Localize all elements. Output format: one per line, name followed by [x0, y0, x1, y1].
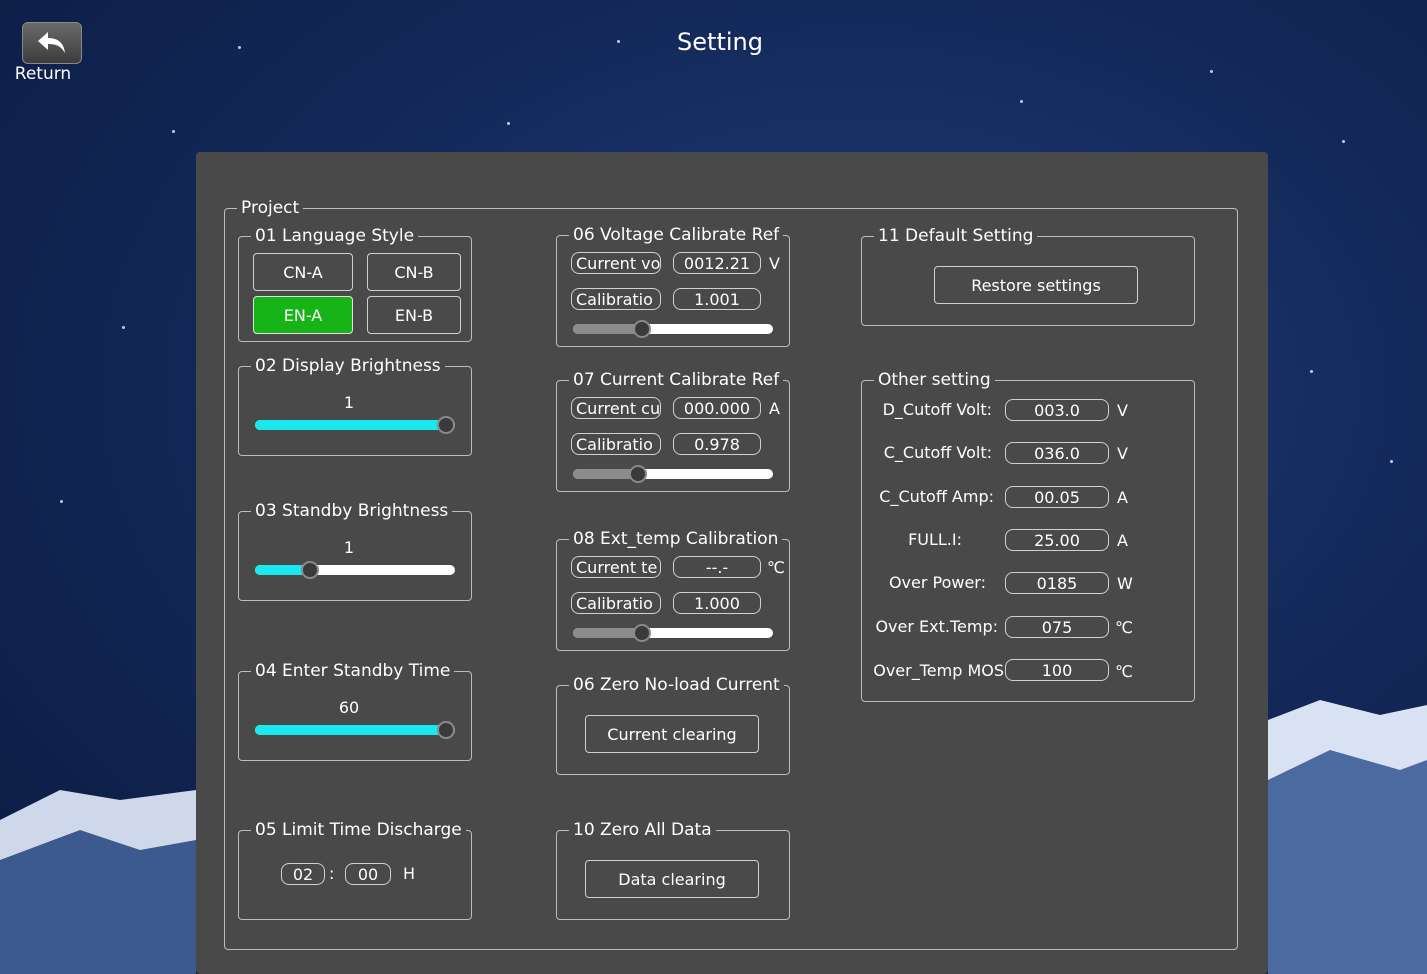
lang-en-a-button[interactable]: EN-A: [253, 296, 353, 334]
over-power-input[interactable]: 0185: [1005, 572, 1109, 594]
current-calibrate-group: 07 Current Calibrate Ref Current cu 000.…: [556, 369, 790, 492]
limit-time-group: 05 Limit Time Discharge 02 : 00 H: [238, 819, 472, 920]
standby-time-thumb[interactable]: [437, 721, 455, 739]
over-ext-temp-input[interactable]: 075: [1005, 616, 1109, 638]
current-clearing-button[interactable]: Current clearing: [585, 715, 759, 753]
current-calibrate-legend: 07 Current Calibrate Ref: [569, 369, 784, 391]
settings-panel: Project 01 Language Style CN-A CN-B EN-A…: [196, 152, 1268, 974]
c-cutoff-volt-label: C_Cutoff Volt:: [883, 443, 992, 462]
data-clearing-button[interactable]: Data clearing: [585, 860, 759, 898]
voltage-unit: V: [769, 254, 780, 273]
ext-temp-unit: ℃: [767, 558, 785, 577]
ext-temp-calibrate-thumb[interactable]: [633, 624, 651, 642]
limit-hours-input[interactable]: 02: [281, 863, 325, 885]
c-cutoff-amp-unit: A: [1117, 488, 1128, 507]
current-calibration-label: Calibratio: [571, 433, 661, 455]
c-cutoff-amp-input[interactable]: 00.05: [1005, 486, 1109, 508]
d-cutoff-volt-label: D_Cutoff Volt:: [882, 400, 992, 419]
c-cutoff-volt-input[interactable]: 036.0: [1005, 442, 1109, 464]
over-temp-mos-input[interactable]: 100: [1005, 659, 1109, 681]
ext-temp-calibrate-legend: 08 Ext_temp Calibration: [569, 528, 783, 550]
full-i-unit: A: [1117, 531, 1128, 550]
current-current-label: Current cu: [571, 397, 661, 419]
display-brightness-legend: 02 Display Brightness: [251, 355, 445, 377]
project-legend: Project: [237, 197, 304, 219]
voltage-calibration-label: Calibratio: [571, 288, 661, 310]
restore-settings-button[interactable]: Restore settings: [934, 266, 1138, 304]
language-style-group: 01 Language Style CN-A CN-B EN-A EN-B: [238, 225, 472, 342]
voltage-calibrate-thumb[interactable]: [633, 320, 651, 338]
full-i-input[interactable]: 25.00: [1005, 529, 1109, 551]
over-power-label: Over Power:: [888, 573, 986, 592]
voltage-calibrate-legend: 06 Voltage Calibrate Ref: [569, 224, 784, 246]
standby-brightness-group: 03 Standby Brightness 1: [238, 500, 472, 601]
standby-brightness-value: 1: [343, 538, 355, 557]
d-cutoff-volt-unit: V: [1117, 401, 1128, 420]
ext-temp-current-value[interactable]: --.-: [673, 556, 761, 578]
return-button[interactable]: [22, 22, 82, 64]
display-brightness-value: 1: [343, 393, 355, 412]
zero-all-group: 10 Zero All Data Data clearing: [556, 819, 790, 920]
voltage-calibration-value[interactable]: 1.001: [673, 288, 761, 310]
page-title: Setting: [677, 28, 763, 56]
standby-time-legend: 04 Enter Standby Time: [251, 660, 455, 682]
zero-noload-group: 06 Zero No-load Current Current clearing: [556, 674, 790, 775]
default-setting-legend: 11 Default Setting: [874, 225, 1038, 247]
voltage-current-value[interactable]: 0012.21: [673, 252, 761, 274]
current-calibrate-thumb[interactable]: [629, 465, 647, 483]
ext-temp-calibration-label: Calibratio: [571, 592, 661, 614]
display-brightness-group: 02 Display Brightness 1: [238, 355, 472, 456]
current-unit: A: [769, 399, 780, 418]
default-setting-group: 11 Default Setting Restore settings: [861, 225, 1195, 326]
over-temp-mos-label: Over_Temp MOS: [873, 661, 1004, 680]
standby-brightness-legend: 03 Standby Brightness: [251, 500, 453, 522]
ext-temp-calibrate-group: 08 Ext_temp Calibration Current te --.- …: [556, 528, 790, 651]
over-ext-temp-label: Over Ext.Temp:: [875, 617, 998, 636]
limit-time-separator: :: [329, 864, 335, 883]
return-arrow-icon: [38, 32, 65, 53]
lang-cn-b-button[interactable]: CN-B: [367, 253, 461, 291]
zero-all-legend: 10 Zero All Data: [569, 819, 716, 841]
lang-cn-a-button[interactable]: CN-A: [253, 253, 353, 291]
over-power-unit: W: [1117, 574, 1133, 593]
other-setting-legend: Other setting: [874, 369, 995, 391]
zero-noload-legend: 06 Zero No-load Current: [569, 674, 784, 696]
lang-en-b-button[interactable]: EN-B: [367, 296, 461, 334]
over-temp-mos-unit: ℃: [1115, 662, 1133, 681]
current-calibration-value[interactable]: 0.978: [673, 433, 761, 455]
c-cutoff-amp-label: C_Cutoff Amp:: [879, 487, 994, 506]
c-cutoff-volt-unit: V: [1117, 444, 1128, 463]
return-label: Return: [14, 64, 72, 84]
standby-brightness-thumb[interactable]: [301, 561, 319, 579]
ext-temp-current-label: Current te: [571, 556, 661, 578]
current-current-value[interactable]: 000.000: [673, 397, 761, 419]
other-setting-group: Other setting D_Cutoff Volt: 003.0 V C_C…: [861, 369, 1195, 702]
voltage-calibrate-group: 06 Voltage Calibrate Ref Current vo 0012…: [556, 224, 790, 347]
standby-time-group: 04 Enter Standby Time 60: [238, 660, 472, 761]
ext-temp-calibration-value[interactable]: 1.000: [673, 592, 761, 614]
standby-time-fill: [255, 725, 455, 735]
limit-minutes-input[interactable]: 00: [345, 863, 391, 885]
limit-time-legend: 05 Limit Time Discharge: [251, 819, 466, 841]
limit-time-unit: H: [403, 864, 416, 883]
language-style-legend: 01 Language Style: [251, 225, 419, 247]
voltage-current-label: Current vo: [571, 252, 661, 274]
standby-time-value: 60: [338, 698, 360, 717]
display-brightness-fill: [255, 420, 455, 430]
full-i-label: FULL.I:: [908, 530, 962, 549]
d-cutoff-volt-input[interactable]: 003.0: [1005, 399, 1109, 421]
over-ext-temp-unit: ℃: [1115, 618, 1133, 637]
display-brightness-thumb[interactable]: [437, 416, 455, 434]
